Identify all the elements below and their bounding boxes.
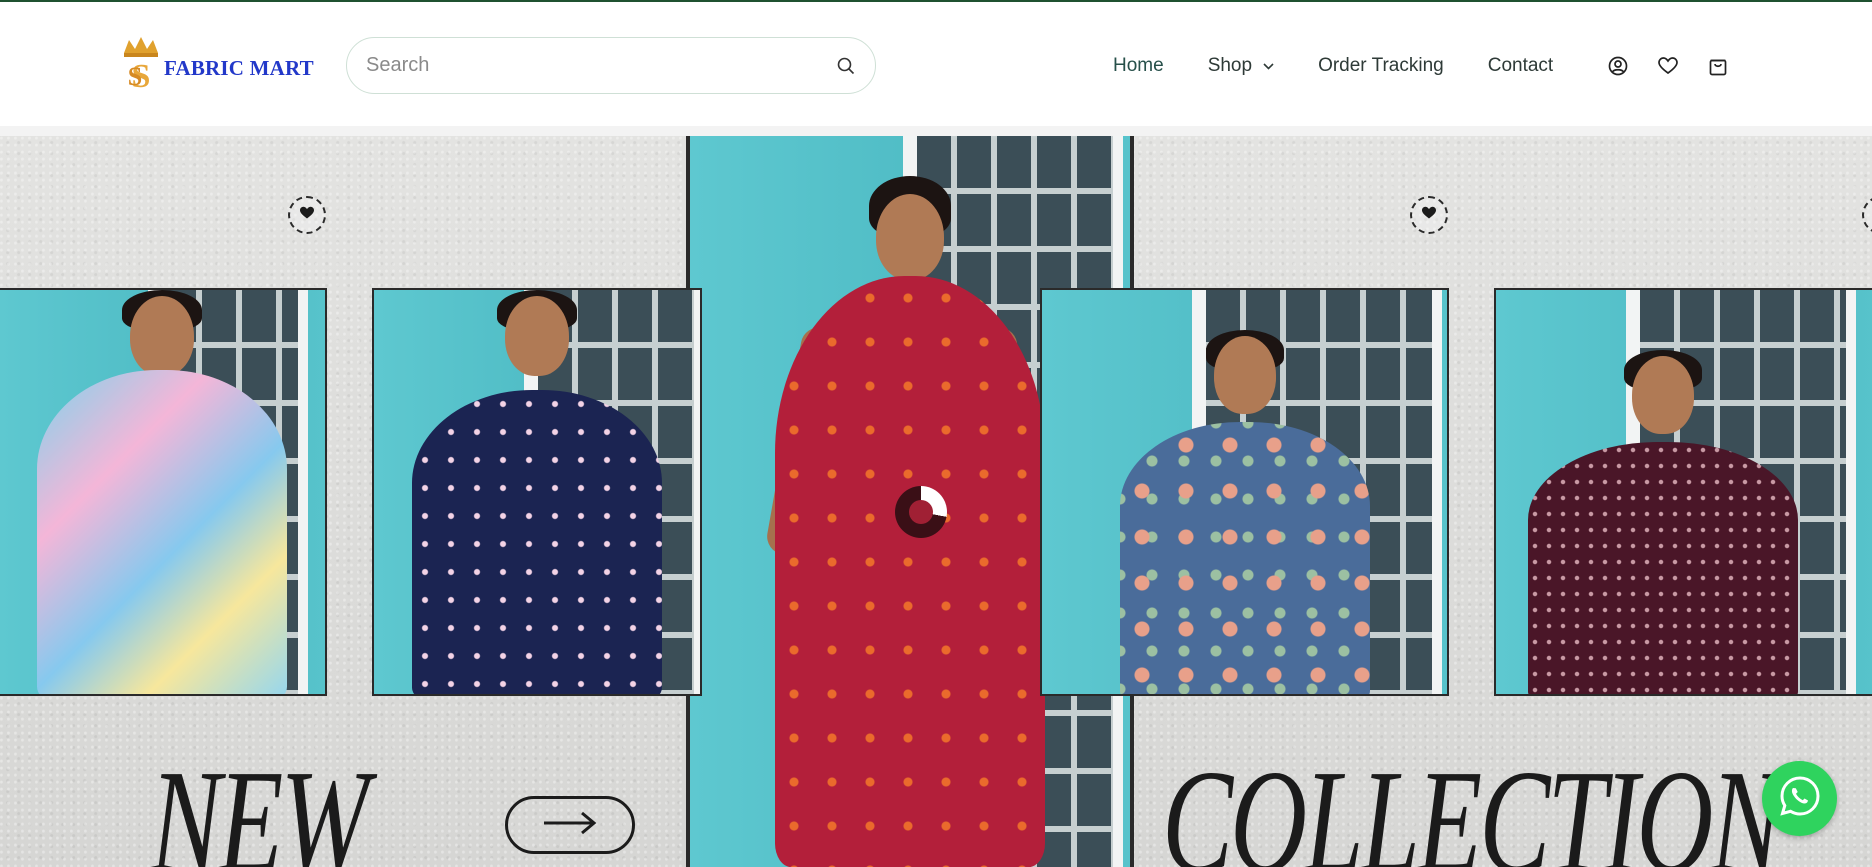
nav-home[interactable]: Home [1113, 55, 1164, 77]
brand-logo[interactable]: S S FABRIC MART [120, 34, 314, 95]
hero-headline-new: NEW [150, 740, 369, 867]
nav-shop[interactable]: Shop [1208, 55, 1274, 77]
hero-next-arrow-button[interactable] [505, 796, 635, 854]
main-nav: Home Shop Order Tracking Contact [1113, 46, 1597, 86]
account-icon[interactable] [1604, 52, 1632, 80]
wishlist-badge-2[interactable] [1410, 196, 1448, 234]
whatsapp-icon [1778, 774, 1822, 823]
heart-icon [1421, 206, 1437, 225]
nav-order-tracking[interactable]: Order Tracking [1318, 55, 1444, 77]
product-photo-4[interactable] [1494, 288, 1872, 696]
loading-spinner-icon [895, 486, 947, 538]
header-actions [1604, 52, 1754, 80]
svg-text:S: S [128, 62, 142, 91]
nav-shop-label: Shop [1207, 55, 1253, 76]
search-input[interactable] [366, 54, 835, 77]
header-divider-band [0, 126, 1872, 136]
hero-banner[interactable]: NEW COLLECTION [0, 136, 1872, 867]
cart-bag-icon[interactable] [1704, 52, 1732, 80]
product-photo-1[interactable] [0, 288, 327, 696]
search-icon[interactable] [835, 55, 857, 77]
search-bar [346, 37, 876, 94]
brand-name: FABRIC MART [164, 55, 314, 80]
arrow-right-icon [542, 811, 598, 840]
product-photo-3[interactable] [1040, 288, 1449, 696]
chevron-down-icon [1262, 60, 1274, 72]
site-header: S S FABRIC MART Home Shop Order Tracking… [0, 2, 1872, 126]
nav-contact[interactable]: Contact [1488, 55, 1553, 77]
whatsapp-chat-button[interactable] [1762, 761, 1837, 836]
heart-icon [299, 206, 315, 225]
hero-headline-collection: COLLECTION [1162, 740, 1782, 867]
product-photo-2[interactable] [372, 288, 702, 696]
wishlist-heart-icon[interactable] [1654, 52, 1682, 80]
wishlist-badge-1[interactable] [288, 196, 326, 234]
crown-logo-icon: S S [120, 35, 162, 95]
